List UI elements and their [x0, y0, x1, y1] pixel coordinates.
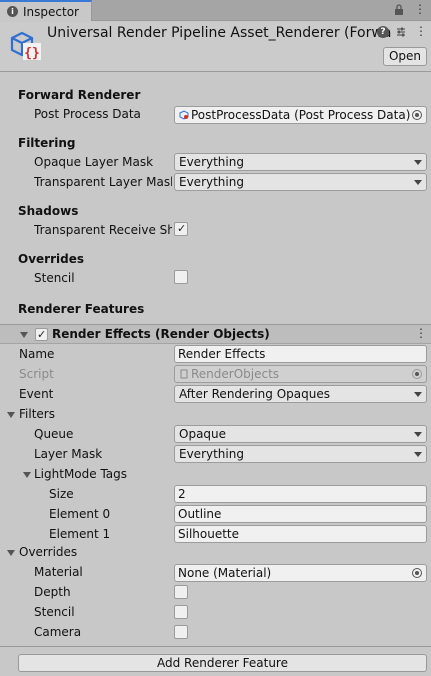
stencil-label: Stencil [34, 271, 75, 285]
override-stencil-label: Stencil [34, 605, 75, 619]
svg-text:{}: {} [24, 46, 40, 61]
queue-dropdown[interactable]: Opaque [174, 425, 427, 443]
layer-mask-dropdown[interactable]: Everything [174, 445, 427, 463]
section-overrides: Overrides [18, 252, 84, 266]
info-icon: i [7, 6, 18, 17]
transparent-layer-mask-value: Everything [179, 175, 244, 189]
material-label: Material [34, 565, 83, 579]
opaque-layer-mask-dropdown[interactable]: Everything [174, 153, 427, 171]
chevron-down-icon [414, 452, 422, 457]
help-icon[interactable]: ? [377, 26, 389, 38]
lock-icon[interactable] [393, 4, 405, 16]
feature-header[interactable]: ✓ Render Effects (Render Objects) ⋮ [0, 325, 431, 344]
preset-sliders-icon[interactable] [395, 26, 407, 38]
chevron-down-icon [414, 180, 422, 185]
post-process-data-field[interactable]: PostProcessData (Post Process Data) [174, 106, 427, 124]
transparent-receive-shadows-checkbox[interactable]: ✓ [174, 222, 188, 236]
section-shadows: Shadows [18, 204, 79, 218]
queue-value: Opaque [179, 427, 227, 441]
lightmode-tags-label[interactable]: LightMode Tags [34, 467, 127, 481]
filters-label[interactable]: Filters [19, 407, 55, 421]
section-forward-renderer: Forward Renderer [18, 88, 141, 102]
feature-title: Render Effects (Render Objects) [52, 327, 270, 341]
event-dropdown[interactable]: After Rendering Opaques [174, 385, 427, 403]
kebab-menu-icon[interactable]: ⋮ [415, 326, 427, 340]
foldout-expanded-icon[interactable] [23, 472, 31, 478]
override-stencil-checkbox[interactable] [174, 605, 188, 619]
inspector-header: {} Universal Render Pipeline Asset_Rende… [0, 22, 431, 72]
section-renderer-features: Renderer Features [18, 302, 145, 316]
camera-checkbox[interactable] [174, 625, 188, 639]
element-0-label: Element 0 [49, 507, 111, 521]
script-label: Script [19, 367, 54, 381]
foldout-expanded-icon[interactable] [20, 332, 28, 338]
depth-checkbox[interactable] [174, 585, 188, 599]
script-field: RenderObjects [174, 365, 427, 383]
object-picker-icon [412, 369, 422, 379]
feature-enabled-checkbox[interactable]: ✓ [35, 328, 48, 341]
name-input[interactable]: Render Effects [174, 345, 427, 363]
camera-label: Camera [34, 625, 82, 639]
transparent-receive-shadows-label: Transparent Receive Shadows [34, 223, 172, 237]
overrides-label[interactable]: Overrides [19, 545, 77, 559]
scriptable-object-icon: {} [10, 31, 41, 61]
tab-bar: i Inspector ⋮ [0, 0, 431, 21]
size-label: Size [49, 487, 74, 501]
kebab-menu-icon[interactable]: ⋮ [414, 3, 426, 15]
tab-inspector[interactable]: i Inspector [0, 0, 92, 21]
size-input[interactable]: 2 [174, 485, 427, 503]
chevron-down-icon [414, 160, 422, 165]
element-1-input[interactable]: Silhouette [174, 525, 427, 543]
event-value: After Rendering Opaques [179, 387, 330, 401]
tab-label: Inspector [23, 5, 79, 19]
add-renderer-feature-button[interactable]: Add Renderer Feature [18, 654, 427, 672]
chevron-down-icon [414, 392, 422, 397]
checkmark-icon: ✓ [37, 328, 47, 341]
chevron-down-icon [414, 432, 422, 437]
script-value: RenderObjects [191, 367, 280, 381]
foldout-expanded-icon[interactable] [7, 550, 15, 556]
open-button[interactable]: Open [383, 47, 427, 66]
object-picker-icon[interactable] [412, 110, 422, 120]
stencil-checkbox[interactable] [174, 270, 188, 284]
layer-mask-value: Everything [179, 447, 244, 461]
kebab-menu-icon[interactable]: ⋮ [415, 24, 427, 38]
transparent-layer-mask-label: Transparent Layer Mask [34, 175, 172, 189]
section-filtering: Filtering [18, 136, 76, 150]
script-mini-icon [180, 369, 188, 379]
queue-label: Queue [34, 427, 74, 441]
asset-mini-icon [179, 110, 189, 120]
post-process-data-label: Post Process Data [34, 107, 141, 121]
layer-mask-label: Layer Mask [34, 447, 103, 461]
material-value: None (Material) [178, 566, 272, 580]
opaque-layer-mask-label: Opaque Layer Mask [34, 155, 154, 169]
post-process-data-value: PostProcessData (Post Process Data) [191, 108, 411, 122]
transparent-layer-mask-dropdown[interactable]: Everything [174, 173, 427, 191]
element-1-label: Element 1 [49, 527, 111, 541]
object-picker-icon[interactable] [412, 568, 422, 578]
asset-title: Universal Render Pipeline Asset_Renderer… [47, 25, 392, 41]
element-0-input[interactable]: Outline [174, 505, 427, 523]
divider [0, 646, 431, 647]
opaque-layer-mask-value: Everything [179, 155, 244, 169]
depth-label: Depth [34, 585, 71, 599]
event-label: Event [19, 387, 54, 401]
foldout-expanded-icon[interactable] [7, 412, 15, 418]
material-field[interactable]: None (Material) [174, 564, 427, 582]
checkmark-icon: ✓ [177, 222, 187, 235]
name-label: Name [19, 347, 55, 361]
